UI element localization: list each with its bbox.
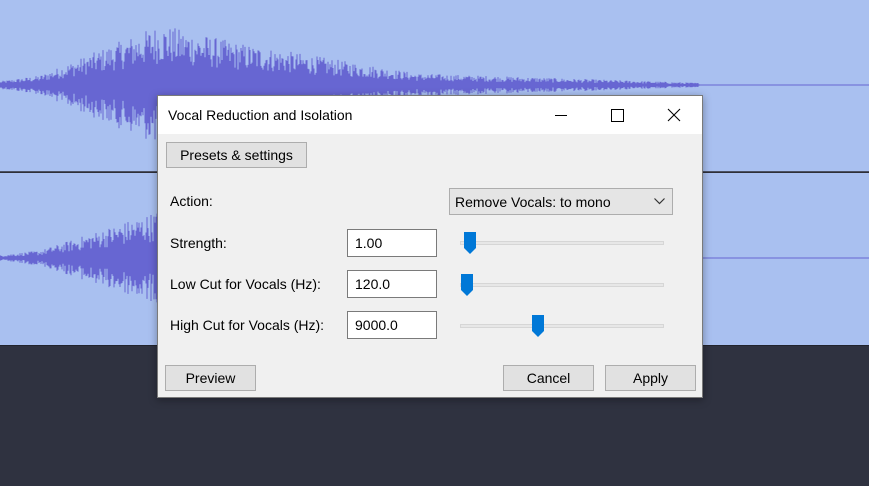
action-select[interactable]: Remove Vocals: to mono: [449, 188, 673, 215]
high-cut-input[interactable]: 9000.0: [347, 311, 437, 339]
preview-button[interactable]: Preview: [165, 365, 256, 391]
low-cut-slider[interactable]: [460, 283, 664, 287]
maximize-button[interactable]: [595, 96, 639, 134]
low-cut-input[interactable]: 120.0: [347, 270, 437, 298]
minimize-button[interactable]: [539, 96, 583, 134]
apply-button[interactable]: Apply: [605, 365, 696, 391]
dialog-title: Vocal Reduction and Isolation: [168, 107, 353, 123]
title-bar[interactable]: Vocal Reduction and Isolation: [158, 96, 702, 134]
low-cut-label: Low Cut for Vocals (Hz):: [170, 276, 321, 292]
presets-settings-button[interactable]: Presets & settings: [166, 142, 307, 168]
action-select-value: Remove Vocals: to mono: [455, 194, 611, 210]
high-cut-label: High Cut for Vocals (Hz):: [170, 317, 325, 333]
strength-input[interactable]: 1.00: [347, 229, 437, 257]
close-button[interactable]: [652, 96, 696, 134]
chevron-down-icon: [654, 198, 665, 205]
minimize-icon: [555, 115, 567, 116]
high-cut-slider[interactable]: [460, 324, 664, 328]
strength-label: Strength:: [170, 235, 227, 251]
cancel-button[interactable]: Cancel: [503, 365, 594, 391]
strength-slider[interactable]: [460, 241, 664, 245]
vocal-reduction-dialog: Vocal Reduction and Isolation Presets & …: [157, 95, 703, 398]
action-label: Action:: [170, 193, 213, 209]
maximize-icon: [610, 108, 624, 122]
close-icon: [667, 108, 681, 122]
